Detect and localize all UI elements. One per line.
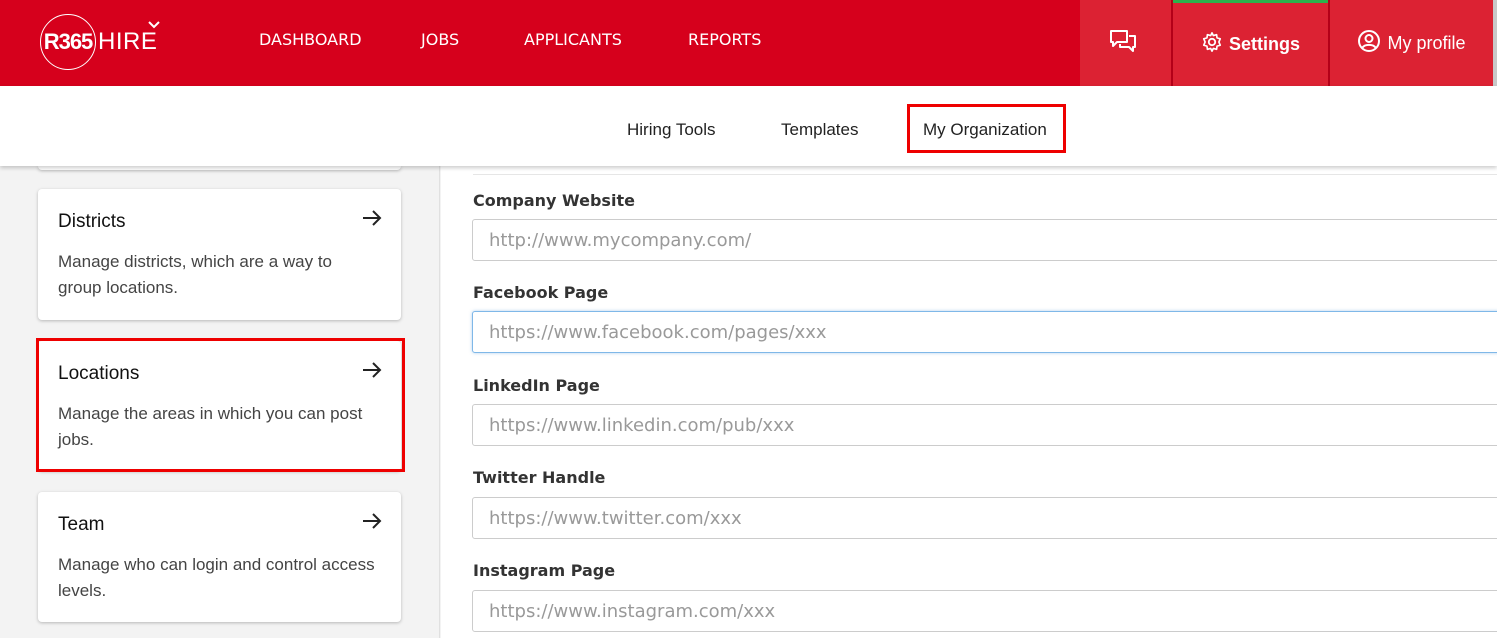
card-description: Manage who can login and control access … [58, 555, 375, 600]
settings-subnav: Hiring Tools Templates My Organization [0, 86, 1497, 166]
arrow-right-icon [361, 207, 383, 234]
messages-button[interactable] [1080, 0, 1171, 86]
instagram-page-label: Instagram Page [473, 561, 616, 580]
highlight-box [36, 338, 405, 472]
team-card[interactable]: Team Manage who can login and control ac… [38, 492, 401, 622]
nav-applicants[interactable]: APPLICANTS [524, 30, 622, 49]
card-title: Districts [58, 211, 126, 232]
nav-jobs[interactable]: JOBS [421, 30, 459, 49]
tab-hiring-tools[interactable]: Hiring Tools [627, 120, 716, 140]
nav-dashboard[interactable]: DASHBOARD [259, 30, 362, 49]
top-navigation-bar: R365 HIRE DASHBOARD JOBS APPLICANTS REPO… [0, 0, 1497, 86]
settings-label: Settings [1228, 34, 1300, 54]
company-website-input[interactable] [472, 219, 1497, 261]
tab-templates[interactable]: Templates [781, 120, 858, 140]
my-profile-label: My profile [1387, 32, 1466, 53]
instagram-page-input[interactable] [472, 590, 1497, 632]
card-title: Team [58, 514, 105, 535]
my-profile-button[interactable]: My profile [1330, 0, 1493, 86]
card-description: Manage districts, which are a way to gro… [58, 252, 333, 297]
twitter-handle-input[interactable] [472, 497, 1497, 539]
linkedin-page-input[interactable] [472, 404, 1497, 446]
card-partial [38, 166, 401, 170]
districts-card[interactable]: Districts Manage districts, which are a … [38, 189, 401, 320]
settings-button[interactable]: Settings [1173, 0, 1328, 86]
facebook-page-input[interactable] [472, 311, 1497, 353]
highlight-box [907, 104, 1066, 153]
nav-reports[interactable]: REPORTS [688, 30, 761, 49]
divider [473, 174, 1497, 175]
user-circle-icon [1357, 29, 1387, 58]
organization-links-form: Company Website Facebook Page LinkedIn P… [441, 166, 1497, 638]
chevron-down-icon[interactable] [146, 16, 162, 37]
logo-mark: R365 [40, 14, 96, 70]
facebook-page-label: Facebook Page [473, 283, 609, 302]
arrow-right-icon [361, 510, 383, 537]
chat-icon [1109, 28, 1143, 59]
company-website-label: Company Website [473, 191, 635, 210]
gear-icon [1201, 31, 1229, 58]
twitter-handle-label: Twitter Handle [473, 468, 606, 487]
linkedin-page-label: LinkedIn Page [473, 376, 600, 395]
r365-hire-logo[interactable]: R365 HIRE [40, 14, 157, 70]
window-edge [1493, 0, 1497, 86]
